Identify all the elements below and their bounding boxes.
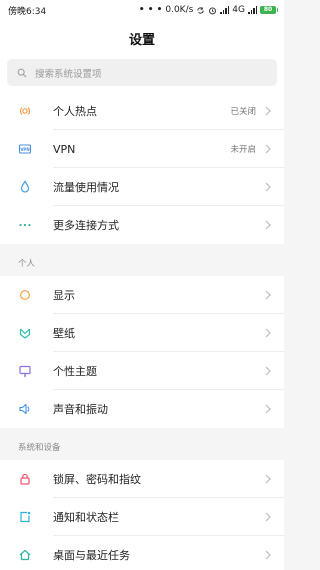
chevron-right-icon [265, 404, 271, 414]
settings-item-hotspot[interactable]: 个人热点 已关闭 [0, 92, 284, 130]
settings-item-label: 个人热点 [53, 105, 97, 118]
settings-item-label: 显示 [53, 289, 75, 302]
battery-icon: 80 [260, 6, 278, 14]
settings-item-label: 锁屏、密码和指纹 [53, 473, 141, 486]
chevron-right-icon [265, 474, 271, 484]
chevron-right-icon [265, 182, 271, 192]
lock-icon [18, 472, 32, 486]
status-bar: 傍晚6:34 • • • 0.0K/s 4G 80 [0, 0, 284, 20]
status-time: 傍晚6:34 [8, 6, 47, 17]
search-icon [17, 68, 27, 77]
network-speed: 0.0K/s [165, 5, 194, 15]
chevron-right-icon [265, 220, 271, 230]
section-title-personal: 个人 [0, 244, 284, 276]
chevron-right-icon [265, 328, 271, 338]
notification-dots: • • • [138, 5, 163, 15]
chevron-right-icon [265, 106, 271, 116]
settings-item-label: 声音和振动 [53, 403, 108, 416]
chevron-right-icon [265, 290, 271, 300]
hotspot-icon [18, 104, 32, 118]
settings-item-value: 已关闭 [230, 107, 256, 117]
settings-item-label: 流量使用情况 [53, 181, 119, 194]
settings-item-data-usage[interactable]: 流量使用情况 [0, 168, 284, 206]
search-container: 搜索系统设置项 [0, 56, 284, 92]
settings-item-display[interactable]: 显示 [0, 276, 284, 314]
sync-icon [197, 6, 204, 14]
chevron-right-icon [265, 144, 271, 154]
more-connections-icon [18, 218, 32, 232]
settings-item-label: 壁纸 [53, 327, 75, 340]
search-input[interactable]: 搜索系统设置项 [7, 59, 277, 86]
notification-icon [18, 510, 32, 524]
alarm-icon [209, 7, 217, 14]
svg-text:VPN: VPN [20, 147, 29, 152]
battery-level: 80 [260, 6, 276, 14]
chevron-right-icon [265, 512, 271, 522]
settings-item-more-connections[interactable]: 更多连接方式 [0, 206, 284, 244]
vpn-icon: VPN [18, 142, 32, 156]
sound-icon [18, 402, 32, 416]
wallpaper-icon [18, 326, 32, 340]
theme-icon [18, 364, 32, 378]
search-placeholder: 搜索系统设置项 [35, 68, 102, 80]
section-title-system: 系统和设备 [0, 428, 284, 460]
home-icon [18, 548, 32, 562]
status-indicators: • • • 0.0K/s 4G 80 [139, 5, 278, 15]
settings-item-label: VPN [53, 142, 76, 156]
page-title: 设置 [0, 20, 284, 56]
display-icon [18, 288, 32, 302]
settings-item-sound[interactable]: 声音和振动 [0, 390, 284, 428]
settings-item-home[interactable]: 桌面与最近任务 [0, 536, 284, 570]
signal-icon-2 [248, 6, 257, 14]
settings-item-vpn[interactable]: VPN VPN 未开启 [0, 130, 284, 168]
chevron-right-icon [265, 366, 271, 376]
settings-item-label: 个性主题 [53, 365, 97, 378]
settings-item-label: 更多连接方式 [53, 219, 119, 232]
network-type: 4G [232, 5, 245, 15]
settings-item-notifications[interactable]: 通知和状态栏 [0, 498, 284, 536]
settings-item-label: 通知和状态栏 [53, 511, 119, 524]
settings-item-lock[interactable]: 锁屏、密码和指纹 [0, 460, 284, 498]
chevron-right-icon [265, 550, 271, 560]
settings-item-label: 桌面与最近任务 [53, 549, 130, 562]
settings-item-value: 未开启 [230, 145, 256, 155]
data-usage-icon [18, 180, 32, 194]
signal-icon [220, 6, 230, 14]
settings-item-wallpaper[interactable]: 壁纸 [0, 314, 284, 352]
settings-item-theme[interactable]: 个性主题 [0, 352, 284, 390]
